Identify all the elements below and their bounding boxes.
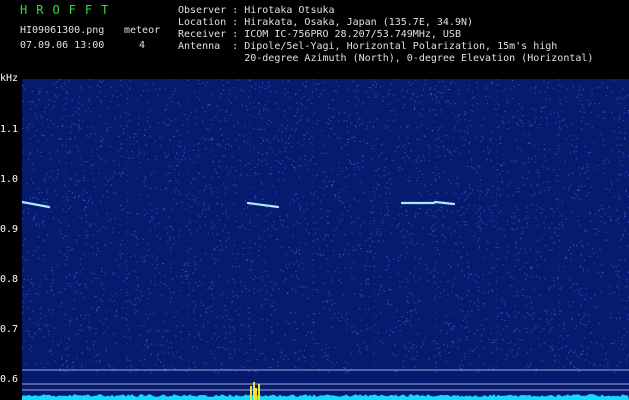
y-tick-label: 0.9: [0, 224, 19, 235]
observer-line: Observer : Hirotaka Otsuka: [178, 5, 335, 16]
header-panel: HROFFT HI09061300.png meteor 07.09.06 13…: [0, 0, 629, 79]
baseline-trace: [22, 394, 629, 400]
filename-label: HI09061300.png: [20, 25, 105, 36]
y-tick-label: 0.7: [0, 324, 19, 335]
meteor-echo: [433, 200, 456, 206]
noise-highlights: [22, 79, 629, 373]
spectrogram-canvas: [22, 79, 629, 400]
brand-title: HROFFT: [20, 3, 118, 17]
antenna-line-2: 20-degree Azimuth (North), 0-degree Elev…: [178, 53, 594, 64]
y-tick-label: 1.1: [0, 124, 19, 135]
signal-spike: [250, 386, 252, 400]
meteor-echo: [246, 201, 280, 209]
receiver-line: Receiver : ICOM IC-756PRO 28.207/53.749M…: [178, 29, 461, 40]
antenna-line: Antenna : Dipole/5el-Yagi, Horizontal Po…: [178, 41, 558, 52]
signal-spike: [255, 388, 257, 400]
spectrogram-plot: [22, 79, 629, 400]
meteor-count: 4: [139, 40, 146, 51]
location-line: Location : Hirakata, Osaka, Japan (135.7…: [178, 17, 474, 28]
meteor-label: meteor: [124, 25, 161, 36]
y-tick-label: 1.0: [0, 174, 19, 185]
signal-spike: [258, 384, 260, 400]
signal-spike: [253, 382, 255, 400]
datetime-label: 07.09.06 13:00: [20, 40, 105, 51]
y-tick-label: 0.8: [0, 274, 19, 285]
y-tick-label: 0.6: [0, 374, 19, 385]
y-unit-label: kHz: [0, 73, 19, 84]
